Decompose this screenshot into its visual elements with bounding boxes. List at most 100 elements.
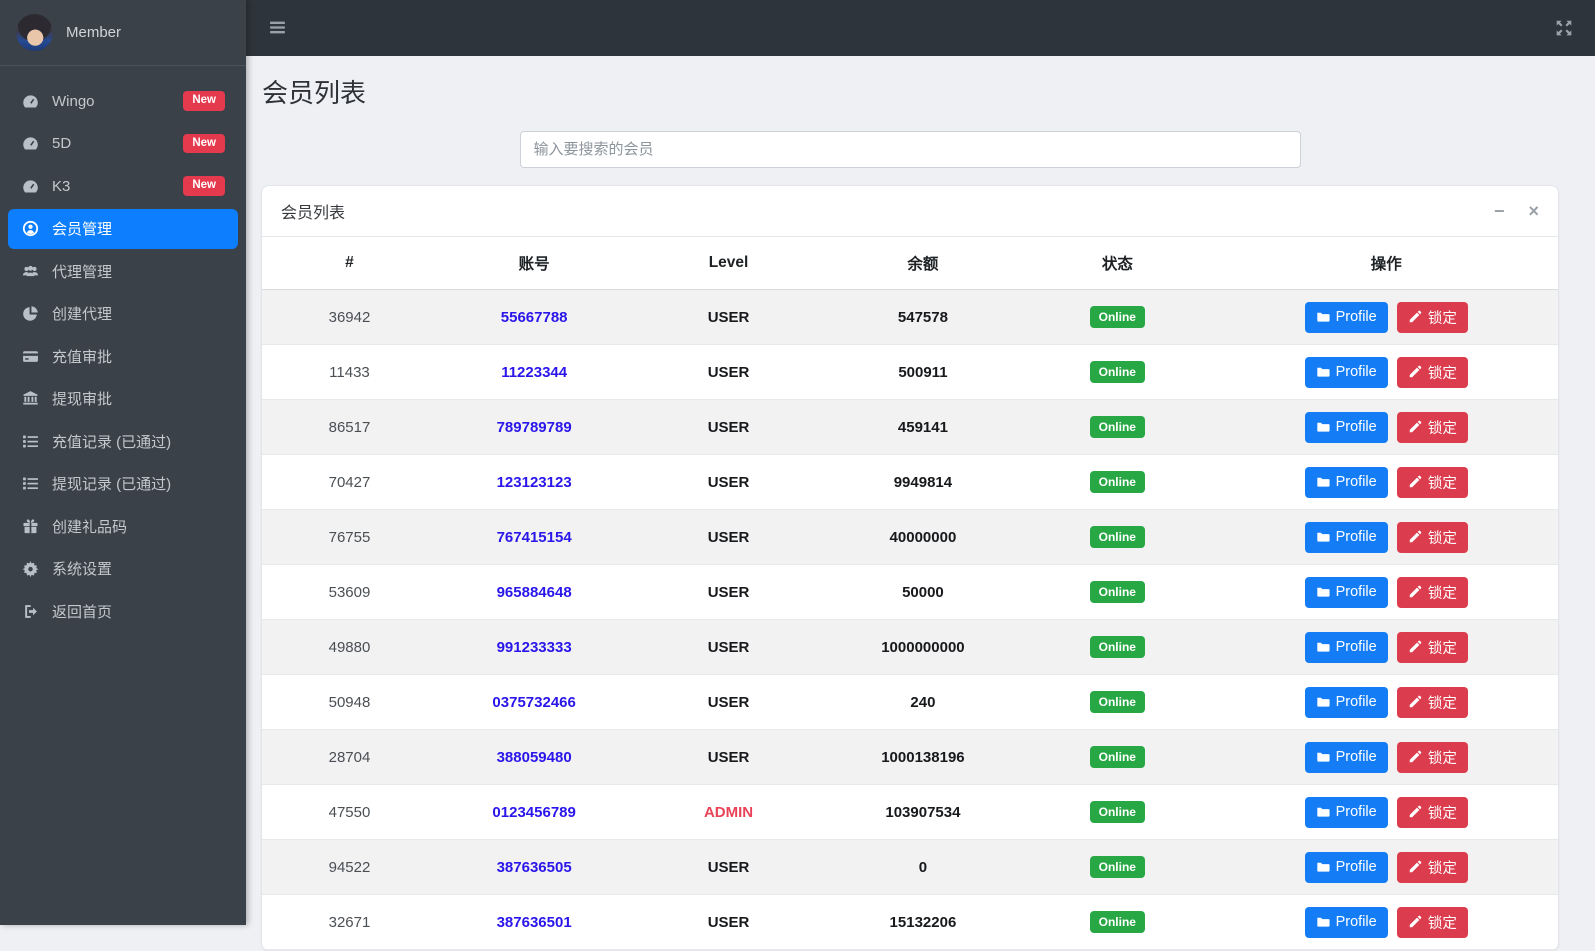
- account-link[interactable]: 789789789: [497, 419, 572, 436]
- credit-card-icon: [21, 347, 39, 365]
- account-link[interactable]: 387636501: [497, 914, 572, 931]
- sidebar-item-recharge-approve[interactable]: 充值审批: [8, 336, 238, 376]
- header-status: 状态: [1020, 237, 1214, 290]
- folder-icon: [1316, 530, 1330, 544]
- lock-button-label: 锁定: [1428, 307, 1457, 328]
- account-link[interactable]: 11223344: [501, 364, 567, 381]
- sidebar-item-label: 会员管理: [52, 218, 112, 239]
- lock-button[interactable]: 锁定: [1397, 467, 1468, 498]
- tachometer-icon: [21, 92, 39, 110]
- profile-button[interactable]: Profile: [1305, 852, 1388, 883]
- table-row: 28704 388059480 USER 1000138196 Online P…: [262, 730, 1558, 785]
- lock-button-label: 锁定: [1428, 747, 1457, 768]
- account-link[interactable]: 0375732466: [492, 694, 575, 711]
- lock-button-label: 锁定: [1428, 802, 1457, 823]
- folder-icon: [1316, 420, 1330, 434]
- pencil-icon: [1408, 805, 1422, 819]
- card-tools: − ×: [1494, 202, 1539, 220]
- sidebar-item-wingo[interactable]: Wingo New: [8, 81, 238, 121]
- profile-button-label: Profile: [1336, 694, 1377, 710]
- level-cell: USER: [631, 675, 825, 730]
- account-link[interactable]: 123123123: [497, 474, 572, 491]
- pencil-icon: [1408, 860, 1422, 874]
- lock-button[interactable]: 锁定: [1397, 302, 1468, 333]
- sidebar-item-create-agent[interactable]: 创建代理: [8, 294, 238, 334]
- close-icon[interactable]: ×: [1528, 202, 1539, 220]
- account-link[interactable]: 991233333: [497, 639, 572, 656]
- lock-button[interactable]: 锁定: [1397, 742, 1468, 773]
- table-row: 47550 0123456789 ADMIN 103907534 Online …: [262, 785, 1558, 840]
- hamburger-icon[interactable]: [268, 19, 288, 37]
- new-badge: New: [183, 91, 225, 111]
- profile-button[interactable]: Profile: [1305, 687, 1388, 718]
- status-badge: Online: [1090, 526, 1145, 548]
- lock-button[interactable]: 锁定: [1397, 357, 1468, 388]
- sidebar-item-label: 充值审批: [52, 346, 112, 367]
- table-row: 94522 387636505 USER 0 Online Profile 锁定: [262, 840, 1558, 895]
- sidebar-item-withdraw-approve[interactable]: 提现审批: [8, 379, 238, 419]
- expand-icon[interactable]: [1555, 19, 1573, 37]
- sidebar-item-create-giftcode[interactable]: 创建礼品码: [8, 506, 238, 546]
- lock-button[interactable]: 锁定: [1397, 412, 1468, 443]
- level-cell: USER: [631, 345, 825, 400]
- account-link[interactable]: 965884648: [497, 584, 572, 601]
- sidebar-item-label: 返回首页: [52, 601, 112, 622]
- sidebar-nav: Wingo New 5D New K3 New 会员管理 代理管理 创建代理 充…: [0, 66, 246, 631]
- profile-button[interactable]: Profile: [1305, 412, 1388, 443]
- list-icon: [21, 432, 39, 450]
- pie-chart-icon: [21, 305, 39, 323]
- balance-cell: 50000: [826, 565, 1020, 620]
- lock-button[interactable]: 锁定: [1397, 852, 1468, 883]
- lock-button[interactable]: 锁定: [1397, 797, 1468, 828]
- profile-button[interactable]: Profile: [1305, 797, 1388, 828]
- users-icon: [21, 262, 39, 280]
- profile-button[interactable]: Profile: [1305, 907, 1388, 938]
- lock-button[interactable]: 锁定: [1397, 522, 1468, 553]
- sidebar-item-member-manage[interactable]: 会员管理: [8, 209, 238, 249]
- sidebar-item-withdraw-records[interactable]: 提现记录 (已通过): [8, 464, 238, 504]
- lock-button[interactable]: 锁定: [1397, 687, 1468, 718]
- lock-button-label: 锁定: [1428, 912, 1457, 933]
- top-navbar: [246, 0, 1595, 56]
- account-link[interactable]: 387636505: [497, 859, 572, 876]
- profile-button[interactable]: Profile: [1305, 467, 1388, 498]
- status-badge: Online: [1090, 581, 1145, 603]
- sidebar-item-recharge-records[interactable]: 充值记录 (已通过): [8, 421, 238, 461]
- card-header: 会员列表 − ×: [262, 186, 1558, 237]
- profile-button[interactable]: Profile: [1305, 357, 1388, 388]
- account-link[interactable]: 55667788: [501, 309, 568, 326]
- row-id: 70427: [262, 455, 437, 510]
- pencil-icon: [1408, 420, 1422, 434]
- profile-button-label: Profile: [1336, 364, 1377, 380]
- header-id: #: [262, 237, 437, 290]
- search-input[interactable]: [520, 131, 1301, 168]
- gift-icon: [21, 517, 39, 535]
- table-row: 53609 965884648 USER 50000 Online Profil…: [262, 565, 1558, 620]
- sidebar-item-agent-manage[interactable]: 代理管理: [8, 251, 238, 291]
- balance-cell: 103907534: [826, 785, 1020, 840]
- minus-icon[interactable]: −: [1494, 202, 1505, 220]
- folder-icon: [1316, 860, 1330, 874]
- profile-button-label: Profile: [1336, 914, 1377, 930]
- lock-button[interactable]: 锁定: [1397, 577, 1468, 608]
- pencil-icon: [1408, 475, 1422, 489]
- sidebar-item-back-home[interactable]: 返回首页: [8, 591, 238, 631]
- status-badge: Online: [1090, 416, 1145, 438]
- account-link[interactable]: 767415154: [497, 529, 572, 546]
- profile-button[interactable]: Profile: [1305, 302, 1388, 333]
- lock-button[interactable]: 锁定: [1397, 632, 1468, 663]
- lock-button-label: 锁定: [1428, 857, 1457, 878]
- balance-cell: 500911: [826, 345, 1020, 400]
- sidebar-item-5d[interactable]: 5D New: [8, 124, 238, 164]
- profile-button[interactable]: Profile: [1305, 742, 1388, 773]
- lock-button[interactable]: 锁定: [1397, 907, 1468, 938]
- profile-button[interactable]: Profile: [1305, 577, 1388, 608]
- sidebar-item-system-settings[interactable]: 系统设置: [8, 549, 238, 589]
- profile-button[interactable]: Profile: [1305, 632, 1388, 663]
- account-link[interactable]: 388059480: [497, 749, 572, 766]
- profile-button-label: Profile: [1336, 859, 1377, 875]
- balance-cell: 547578: [826, 290, 1020, 345]
- sidebar-item-k3[interactable]: K3 New: [8, 166, 238, 206]
- profile-button[interactable]: Profile: [1305, 522, 1388, 553]
- account-link[interactable]: 0123456789: [492, 804, 575, 821]
